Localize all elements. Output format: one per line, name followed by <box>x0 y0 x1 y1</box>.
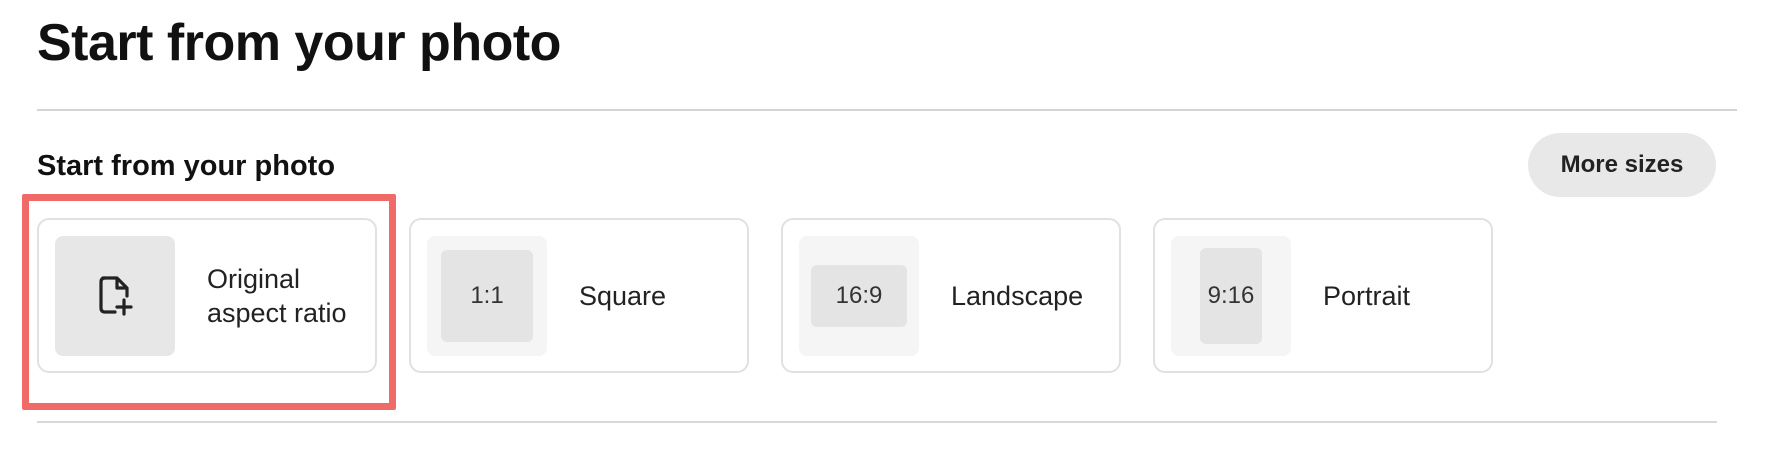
square-thumbnail: 1:1 <box>427 236 547 356</box>
size-option-original[interactable]: Original aspect ratio <box>37 218 377 373</box>
ratio-badge: 1:1 <box>441 250 533 342</box>
divider <box>37 421 1717 423</box>
card-label: Original aspect ratio <box>207 263 347 328</box>
size-option-landscape[interactable]: 16:9 Landscape <box>781 218 1121 373</box>
size-option-square[interactable]: 1:1 Square <box>409 218 749 373</box>
section-title: Start from your photo <box>37 150 336 182</box>
divider <box>37 109 1737 111</box>
original-thumbnail <box>55 236 175 356</box>
add-file-icon <box>99 276 133 316</box>
portrait-thumbnail: 9:16 <box>1171 236 1291 356</box>
card-label: Square <box>579 280 667 311</box>
more-sizes-button[interactable]: More sizes <box>1528 133 1716 197</box>
card-label: Portrait <box>1323 280 1411 311</box>
card-label: Landscape <box>951 280 1084 311</box>
ratio-badge: 16:9 <box>811 265 907 327</box>
landscape-thumbnail: 16:9 <box>799 236 919 356</box>
size-option-portrait[interactable]: 9:16 Portrait <box>1153 218 1493 373</box>
ratio-badge: 9:16 <box>1200 248 1262 344</box>
page-title: Start from your photo <box>37 14 561 72</box>
